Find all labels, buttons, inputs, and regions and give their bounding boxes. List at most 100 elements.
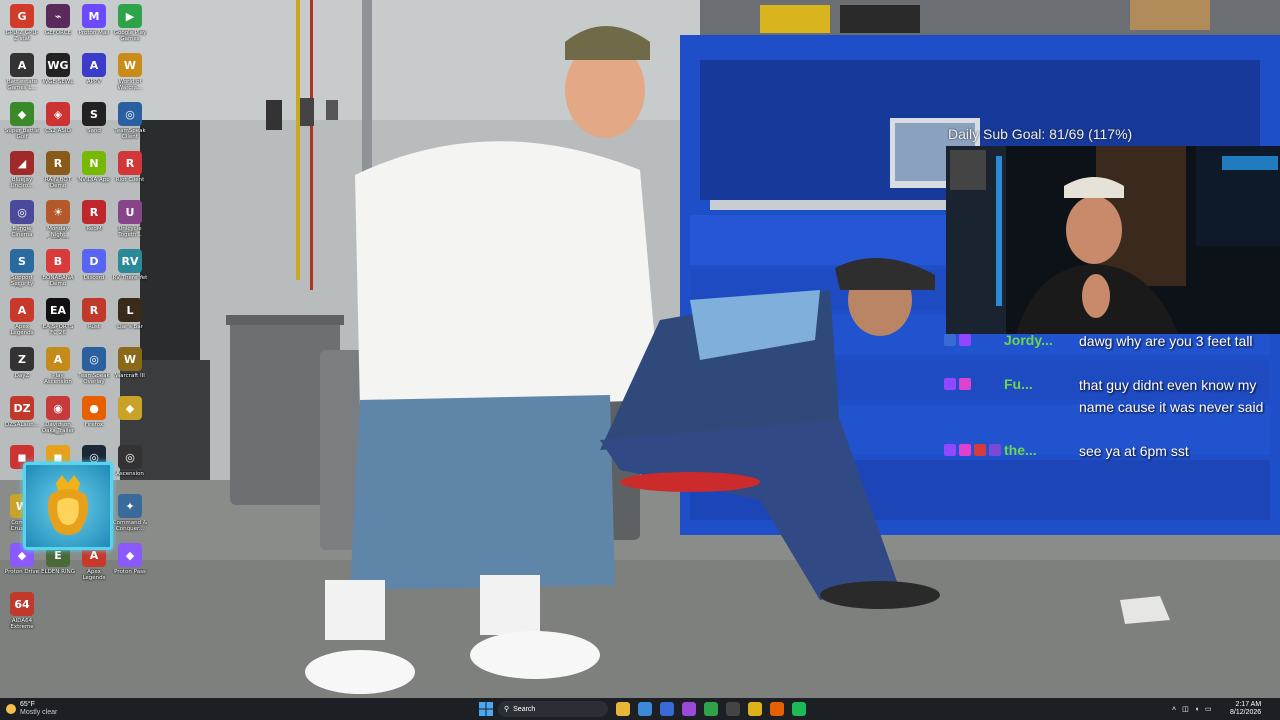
chat-badges: [944, 334, 971, 348]
app-purple-icon[interactable]: [682, 702, 696, 716]
desktop-icon[interactable]: L Liar's Bar: [112, 298, 148, 344]
lion-logo-widget[interactable]: [23, 462, 113, 550]
desktop-icon[interactable]: ⌁ GEFORCE: [40, 4, 76, 50]
desktop-icon[interactable]: ◆: [112, 396, 148, 442]
desktop-icon[interactable]: G GPU-Z GPU-Z stat: [4, 4, 40, 50]
badge-icon: [944, 378, 956, 390]
taskbar-apps: [616, 701, 806, 717]
taskbar: 65°F Mostly clear ⚲ Search ˄ ◫ ◖ ▭ 2:17 …: [0, 698, 1280, 720]
app-icon: U: [118, 200, 142, 224]
app-blue-icon[interactable]: [660, 702, 674, 716]
network-icon[interactable]: ◫: [1182, 705, 1189, 713]
desktop-icon-label: World of Warcra...: [117, 79, 143, 91]
desktop-icon[interactable]: ◆ Proton Pass: [112, 543, 148, 589]
desktop-icon[interactable]: D Discord: [76, 249, 112, 295]
weather-temp: 65°F: [20, 701, 35, 708]
badge-icon: [944, 334, 956, 346]
desktop-icon[interactable]: ◎ TeamSpeak Client: [112, 102, 148, 148]
desktop-icon[interactable]: ◆ Super Battle Golf: [4, 102, 40, 148]
app-icon: L: [118, 298, 142, 322]
system-tray[interactable]: ˄ ◫ ◖ ▭: [1172, 701, 1212, 717]
desktop-icon[interactable]: DZ DZSALaun...: [4, 396, 40, 442]
app-icon: W: [118, 347, 142, 371]
desktop-icon[interactable]: B BONABANA Demo: [40, 249, 76, 295]
desktop-icon[interactable]: ◢ Bluejay Unciro...: [4, 151, 40, 197]
desktop-icon-label: Firefox: [84, 422, 104, 428]
desktop-icon[interactable]: A APPV: [76, 53, 112, 99]
chat-text: that guy didnt even know my name cause i…: [1079, 377, 1264, 415]
clock[interactable]: 2:17 AM 8/12/2026: [1230, 701, 1261, 717]
desktop-icon[interactable]: A Play Ascension: [40, 347, 76, 393]
desktop-icon[interactable]: Z DayZ: [4, 347, 40, 393]
start-button[interactable]: [479, 701, 493, 717]
spotify-icon[interactable]: [792, 702, 806, 716]
desktop-icon[interactable]: ☀ Monday Night Combat Demo: [40, 200, 76, 246]
desktop-icon-label: Proton Drive: [4, 569, 40, 575]
app-icon: R: [118, 151, 142, 175]
app-dark-icon[interactable]: [726, 702, 740, 716]
desktop-icon-label: Super Battle Golf: [4, 128, 40, 140]
desktop-icon[interactable]: R RedM: [76, 200, 112, 246]
desktop-icon[interactable]: U Unicycle Togeth...: [112, 200, 148, 246]
desktop-icon-label: Support Security Su...: [10, 275, 34, 288]
desktop-icon-label: NVIDIA App: [78, 177, 110, 183]
file-explorer-icon[interactable]: [616, 702, 630, 716]
weather-icon: [6, 704, 16, 714]
clock-date: 8/12/2026: [1230, 709, 1262, 716]
desktop-icon[interactable]: ◈ CS2 ASIO: [40, 102, 76, 148]
volume-icon[interactable]: ◖: [1195, 706, 1199, 713]
stream-chat: Jordy... dawg why are you 3 feet tall Fu..…: [944, 330, 1280, 468]
firefox-icon[interactable]: [770, 702, 784, 716]
app-icon: ☀: [46, 200, 70, 224]
desktop-icon-label: Monday Night Combat Demo: [47, 226, 69, 239]
desktop-icon-grid: G GPU-Z GPU-Z stat ⌁ GEFORCE M Proton Mail ▶ Go…: [0, 0, 150, 690]
chat-message: the... see ya at 6pm sst: [944, 440, 1280, 468]
desktop-icon-label: [112, 422, 148, 435]
desktop-icon-label: DayZ: [14, 373, 30, 379]
desktop-icon[interactable]: WG WGE-SEWL: [40, 53, 76, 99]
desktop-icon-label: Riot Client: [115, 177, 145, 183]
copilot-icon[interactable]: [638, 702, 652, 716]
app-green-icon[interactable]: [704, 702, 718, 716]
desktop-icon[interactable]: ▶ Google Play Games: [112, 4, 148, 50]
desktop-icon[interactable]: ✦ Command & Conquer...: [112, 494, 148, 540]
chat-username: the...: [1004, 442, 1037, 458]
badge-icon: [944, 444, 956, 456]
chrome-icon[interactable]: [748, 702, 762, 716]
desktop-icon-label: RAIN BOT Demo: [44, 177, 72, 189]
battery-icon[interactable]: ▭: [1205, 705, 1212, 713]
desktop-icon[interactable]: ◎ Ascension: [112, 445, 148, 491]
weather-widget[interactable]: 65°F Mostly clear: [6, 701, 57, 717]
desktop-icon[interactable]: M Proton Mail: [76, 4, 112, 50]
desktop-icon[interactable]: A Apex Legends: [4, 298, 40, 344]
desktop-icon-label: Command & Conquer...: [112, 520, 148, 532]
app-icon: M: [82, 4, 106, 28]
desktop-icon[interactable]: ◉ Davidson Oaks Trailer Park: [40, 396, 76, 442]
chat-message: Jordy... dawg why are you 3 feet tall: [944, 330, 1280, 374]
chat-text: dawg why are you 3 feet tall: [1079, 333, 1253, 349]
desktop-icon[interactable]: RV RV There Yet: [112, 249, 148, 295]
chevron-up-icon[interactable]: ˄: [1172, 706, 1176, 713]
webcam-feed: [946, 146, 1280, 334]
desktop-icon-label: Proton Mail: [78, 30, 110, 36]
desktop-icon[interactable]: ◎ Bungie Cinema: [4, 200, 40, 246]
desktop-icon[interactable]: N NVIDIA App: [76, 151, 112, 197]
app-icon: R: [46, 151, 70, 175]
desktop-icon-label: BONABANA Demo: [42, 275, 74, 287]
desktop-icon[interactable]: ◎ TeamSpeak Overlay: [76, 347, 112, 393]
desktop-icon[interactable]: A Battlestate Games L...: [4, 53, 40, 99]
desktop-icon[interactable]: R Riot Client: [112, 151, 148, 197]
search-box[interactable]: ⚲ Search: [498, 701, 608, 717]
desktop-icon[interactable]: W World of Warcra...: [112, 53, 148, 99]
desktop-icon[interactable]: 64 AIDA64 Extreme: [4, 592, 40, 638]
desktop-icon[interactable]: W Warcraft III: [112, 347, 148, 393]
desktop-icon[interactable]: EA EA SPORTS FC 26: [40, 298, 76, 344]
desktop-icon-label: Play Ascension: [44, 373, 72, 385]
desktop-icon[interactable]: R RAIN BOT Demo: [40, 151, 76, 197]
app-icon: R: [82, 298, 106, 322]
app-icon: ◎: [10, 200, 34, 224]
desktop-icon[interactable]: ● Firefox: [76, 396, 112, 442]
desktop-icon[interactable]: R Rust: [76, 298, 112, 344]
desktop-icon[interactable]: S Sand: [76, 102, 112, 148]
desktop-icon[interactable]: S Support Security Su...: [4, 249, 40, 295]
